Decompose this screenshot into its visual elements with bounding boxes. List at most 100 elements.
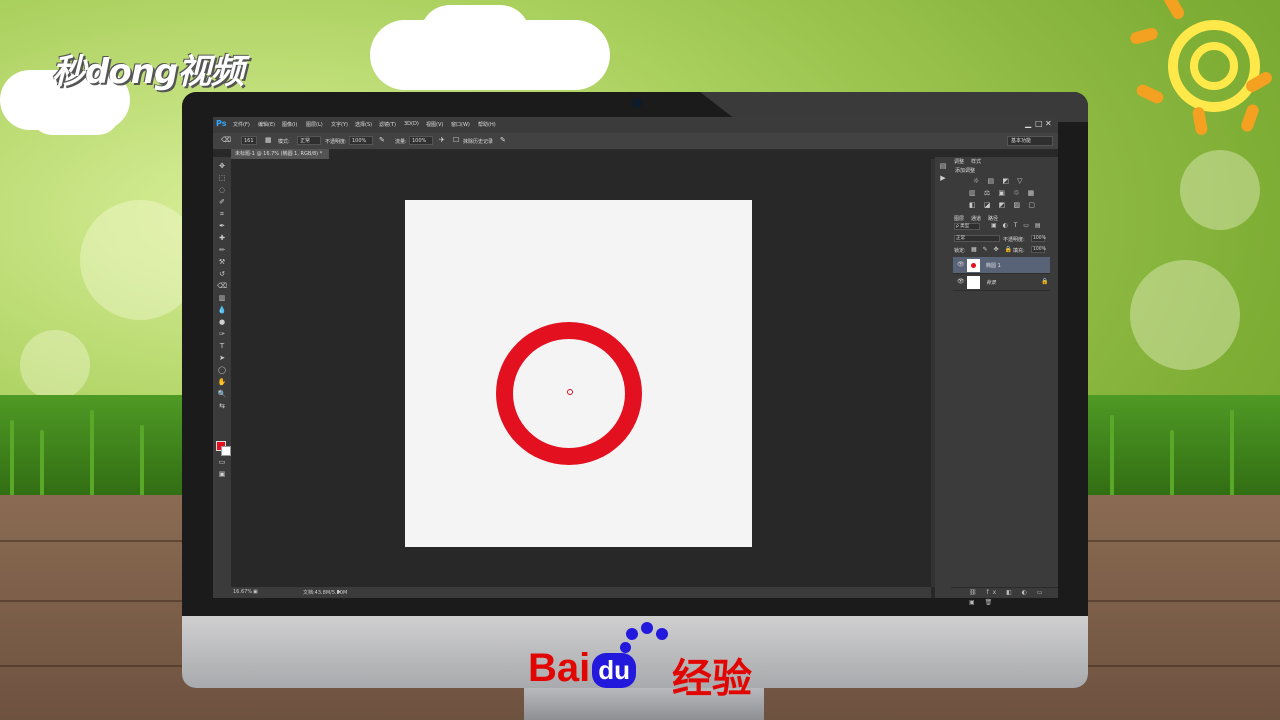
grass-blade — [10, 420, 14, 500]
minimize-button[interactable]: ▁ — [1025, 119, 1031, 128]
history-brush-tool-icon[interactable]: ↺ — [217, 269, 227, 279]
healing-tool-icon[interactable]: ✚ — [217, 233, 227, 243]
tab-channels[interactable]: 通道 — [971, 215, 981, 222]
gradient-tool-icon[interactable]: ▥ — [217, 293, 227, 303]
lock-icons[interactable]: ▦ ✎ ✥ 🔒 — [971, 246, 1014, 253]
flow-input[interactable]: 100% — [409, 136, 433, 145]
close-button[interactable]: ✕ — [1045, 119, 1052, 128]
brush-panel-icon[interactable]: ▦ — [265, 136, 272, 144]
ps-logo: Ps — [216, 119, 227, 128]
eyedropper-tool-icon[interactable]: ✒ — [217, 221, 227, 231]
document-tab[interactable]: 未标题-1 @ 16.7% (椭圆 1, RGB/8) * — [231, 149, 329, 159]
layer-filter-icons[interactable]: ▣ ◐ T ▭ ▤ — [991, 222, 1043, 229]
menu-select[interactable]: 选择(S) — [355, 121, 372, 128]
sun-swirl — [1190, 42, 1238, 90]
adjustment-icons-row-3[interactable]: ◧ ◪ ◩ ▨ ▢ — [969, 201, 1038, 209]
fill-input[interactable]: 100% — [1031, 246, 1046, 253]
eraser-tool-icon[interactable]: ⌫ — [221, 136, 231, 144]
status-bar: 16.67% ▣ 文档:43.8M/5.50M ▶ — [231, 587, 931, 598]
baidu-jingyan-text: 经验 — [672, 656, 752, 702]
cloud — [30, 90, 120, 135]
add-adjustment-label: 添加调整 — [955, 168, 976, 174]
lock-icon: 🔒 — [1041, 278, 1049, 285]
background-color-swatch[interactable] — [221, 446, 231, 456]
webcam — [632, 98, 642, 108]
layer-row[interactable]: 👁 椭圆 1 — [953, 257, 1050, 274]
menu-view[interactable]: 视图(V) — [426, 121, 443, 128]
tab-adjustments[interactable]: 调整 — [954, 158, 964, 165]
grass-blade — [90, 410, 94, 500]
visibility-eye-icon[interactable]: 👁 — [957, 261, 965, 268]
lasso-tool-icon[interactable]: ◌ — [217, 185, 227, 195]
erase-history-label: 抹除历史记录 — [463, 139, 494, 145]
move-tool-icon[interactable]: ✥ — [217, 161, 227, 171]
blur-tool-icon[interactable]: 💧 — [217, 305, 227, 315]
fill-label: 填充: — [1013, 248, 1025, 254]
layer-name[interactable]: 背景 — [986, 279, 996, 286]
layer-kind-filter[interactable]: ρ 类型 — [954, 223, 980, 230]
layer-opacity-input[interactable]: 100% — [1031, 235, 1046, 242]
layer-thumbnail — [967, 276, 980, 289]
grass-blade — [140, 425, 144, 500]
menu-image[interactable]: 图像(I) — [282, 121, 297, 128]
menu-layer[interactable]: 图层(L) — [306, 121, 323, 128]
quick-mask-icon[interactable]: ▭ — [217, 457, 227, 467]
maximize-button[interactable]: □ — [1035, 119, 1043, 128]
hand-tool-icon[interactable]: ✋ — [217, 377, 227, 387]
menu-bar: Ps 文件(F) 编辑(E) 图像(I) 图层(L) 文字(Y) 选择(S) 滤… — [213, 117, 1058, 133]
history-panel-icon[interactable]: ▤ — [938, 161, 948, 171]
tab-layers[interactable]: 图层 — [954, 215, 964, 222]
brush-tool-icon[interactable]: ✏ — [217, 245, 227, 255]
status-menu-arrow-icon[interactable]: ▶ — [337, 589, 341, 595]
menu-help[interactable]: 帮助(H) — [478, 121, 496, 128]
visibility-eye-icon[interactable]: 👁 — [957, 278, 965, 285]
opacity-label: 不透明度: — [325, 139, 347, 145]
grass-blade — [40, 430, 44, 500]
zoom-level[interactable]: 16.67% — [233, 589, 252, 595]
quick-select-tool-icon[interactable]: ✐ — [217, 197, 227, 207]
tab-paths[interactable]: 路径 — [988, 215, 998, 222]
marquee-tool-icon[interactable]: ⬚ — [217, 173, 227, 183]
actions-panel-icon[interactable]: ▶ — [938, 173, 948, 183]
menu-3d[interactable]: 3D(D) — [404, 121, 419, 127]
menu-window[interactable]: 窗口(W) — [451, 121, 470, 128]
zoom-tool-icon[interactable]: 🔍 — [217, 389, 227, 399]
type-tool-icon[interactable]: T — [217, 341, 227, 351]
shape-tool-icon[interactable]: ◯ — [217, 365, 227, 375]
adjustment-icons-row-1[interactable]: ☼ ▤ ◩ ▽ — [973, 177, 1026, 185]
menu-type[interactable]: 文字(Y) — [331, 121, 348, 128]
pressure-size-icon[interactable]: ✎ — [500, 136, 506, 144]
canvas-area[interactable] — [231, 159, 931, 587]
tab-styles[interactable]: 样式 — [971, 158, 981, 165]
path-select-tool-icon[interactable]: ➤ — [217, 353, 227, 363]
opacity-input[interactable]: 100% — [349, 136, 373, 145]
document-canvas[interactable] — [405, 200, 752, 547]
adjustment-icons-row-2[interactable]: ▥ ⚖ ▣ ♲ ▦ — [969, 189, 1037, 197]
menu-file[interactable]: 文件(F) — [233, 121, 250, 128]
screen-mode-icon[interactable]: ▣ — [217, 469, 227, 479]
pressure-opacity-icon[interactable]: ✎ — [379, 136, 385, 144]
layer-name[interactable]: 椭圆 1 — [986, 262, 1001, 269]
workspace-switcher[interactable]: 基本功能 — [1007, 136, 1053, 146]
menu-filter[interactable]: 滤镜(T) — [379, 121, 396, 128]
right-panels: 调整 样式 添加调整 ☼ ▤ ◩ ▽ ▥ ⚖ ▣ ♲ ▦ ◧ ◪ ◩ ▨ ▢ 图… — [951, 157, 1058, 606]
pen-tool-icon[interactable]: ✑ — [217, 329, 227, 339]
menu-edit[interactable]: 编辑(E) — [258, 121, 275, 128]
dodge-tool-icon[interactable]: ● — [217, 317, 227, 327]
eraser-tool-icon[interactable]: ⌫ — [217, 281, 227, 291]
layers-panel-footer[interactable]: ⛓ fx ◧ ◐ ▭ ▣ 🗑 — [951, 587, 1058, 606]
swap-colors-icon[interactable]: ⇆ — [217, 401, 227, 411]
collapsed-panel-dock: ▤ ▶ — [935, 157, 951, 598]
airbrush-icon[interactable]: ✈ — [439, 136, 445, 144]
crop-tool-icon[interactable]: ⌗ — [217, 209, 227, 219]
ellipse-center-marker — [567, 389, 573, 395]
baidu-paw-toe — [641, 622, 653, 634]
history-checkbox[interactable]: ☐ — [453, 136, 459, 144]
layer-row[interactable]: 👁 背景 🔒 — [953, 274, 1050, 291]
mode-select[interactable]: 正常 — [297, 136, 321, 145]
stamp-tool-icon[interactable]: ⚒ — [217, 257, 227, 267]
toolbox: ✥ ⬚ ◌ ✐ ⌗ ✒ ✚ ✏ ⚒ ↺ ⌫ ▥ 💧 ● ✑ T ➤ ◯ ✋ 🔍 … — [213, 157, 231, 598]
brush-size-picker[interactable]: 161 — [241, 136, 257, 145]
mode-label: 模式: — [278, 139, 290, 145]
blend-mode-select[interactable]: 正常 — [954, 235, 1000, 242]
